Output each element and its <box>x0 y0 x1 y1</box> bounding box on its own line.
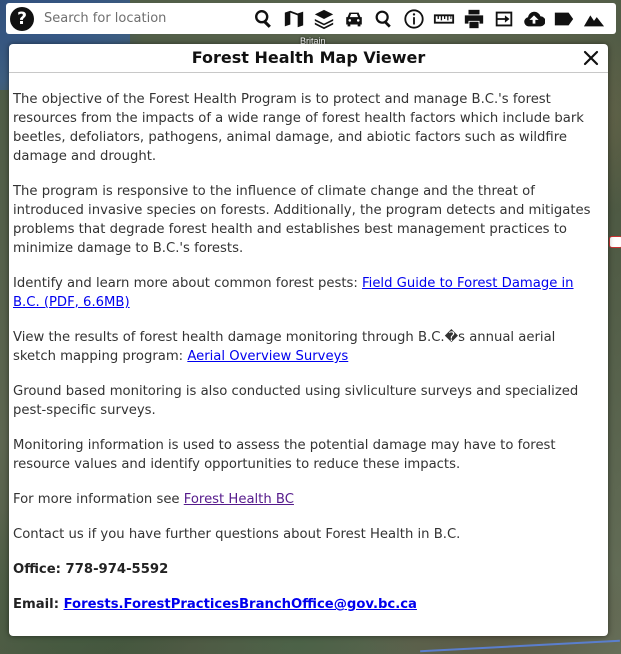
top-toolbar: ? <box>6 3 616 34</box>
paragraph-program: The program is responsive to the influen… <box>13 184 591 256</box>
printer-icon <box>464 9 484 28</box>
email-link[interactable]: Forests.ForestPracticesBranchOffice@gov.… <box>64 597 417 612</box>
car-icon <box>346 12 362 26</box>
dialog-header: Forest Health Map Viewer <box>9 44 608 73</box>
question-mark-circle-icon: ? <box>10 6 34 31</box>
toolbar-tools <box>249 5 609 33</box>
office-phone: Office: 778-974-5592 <box>13 562 169 577</box>
search-magnifier-icon <box>255 9 271 28</box>
basemap-button[interactable] <box>279 5 309 33</box>
paragraph-contact: Contact us if you have further questions… <box>13 527 461 542</box>
search-button[interactable] <box>249 5 279 33</box>
aerial-overview-surveys-link[interactable]: Aerial Overview Surveys <box>187 349 348 364</box>
sign-in-icon <box>495 11 513 26</box>
layers-icon <box>314 9 334 29</box>
dialog-body: The objective of the Forest Health Progr… <box>9 73 608 614</box>
info-button[interactable] <box>399 5 429 33</box>
paragraph-more-info: For more information see Forest Health B… <box>13 490 600 509</box>
layers-button[interactable] <box>309 5 339 33</box>
tag-icon <box>554 12 574 25</box>
paragraph-forest-pests: Identify and learn more about common for… <box>13 274 600 312</box>
highway-shield-icon <box>609 236 621 248</box>
directions-button[interactable] <box>339 5 369 33</box>
measure-button[interactable] <box>429 5 459 33</box>
dialog-title: Forest Health Map Viewer <box>191 48 426 67</box>
paragraph-objective: The objective of the Forest Health Progr… <box>13 92 584 164</box>
help-button[interactable]: ? <box>8 5 36 33</box>
location-search-input[interactable] <box>42 6 247 31</box>
zoom-search-icon <box>375 10 391 28</box>
paragraph-monitoring-info: Monitoring information is used to assess… <box>13 438 556 472</box>
email-label: Email: <box>13 597 64 612</box>
forest-health-bc-link[interactable]: Forest Health BC <box>184 492 294 507</box>
close-button[interactable] <box>581 48 601 68</box>
more-info-text: For more information see <box>13 492 184 507</box>
map-icon <box>284 10 304 27</box>
paragraph-aerial-surveys: View the results of forest health damage… <box>13 328 600 366</box>
forest-health-dialog: Forest Health Map Viewer The objective o… <box>9 44 608 636</box>
info-icon <box>404 8 424 29</box>
paragraph-ground-monitoring: Ground based monitoring is also conducte… <box>13 384 579 418</box>
mountain-icon <box>583 14 605 26</box>
email-line: Email: Forests.ForestPracticesBranchOffi… <box>13 595 600 614</box>
import-button[interactable] <box>489 5 519 33</box>
print-button[interactable] <box>459 5 489 33</box>
identify-button[interactable] <box>369 5 399 33</box>
ruler-icon <box>433 13 455 24</box>
cloud-upload-icon <box>524 11 545 26</box>
forest-pests-text: Identify and learn more about common for… <box>13 276 363 291</box>
label-button[interactable] <box>549 5 579 33</box>
close-x-icon <box>583 50 599 66</box>
terrain-button[interactable] <box>579 5 609 33</box>
upload-button[interactable] <box>519 5 549 33</box>
